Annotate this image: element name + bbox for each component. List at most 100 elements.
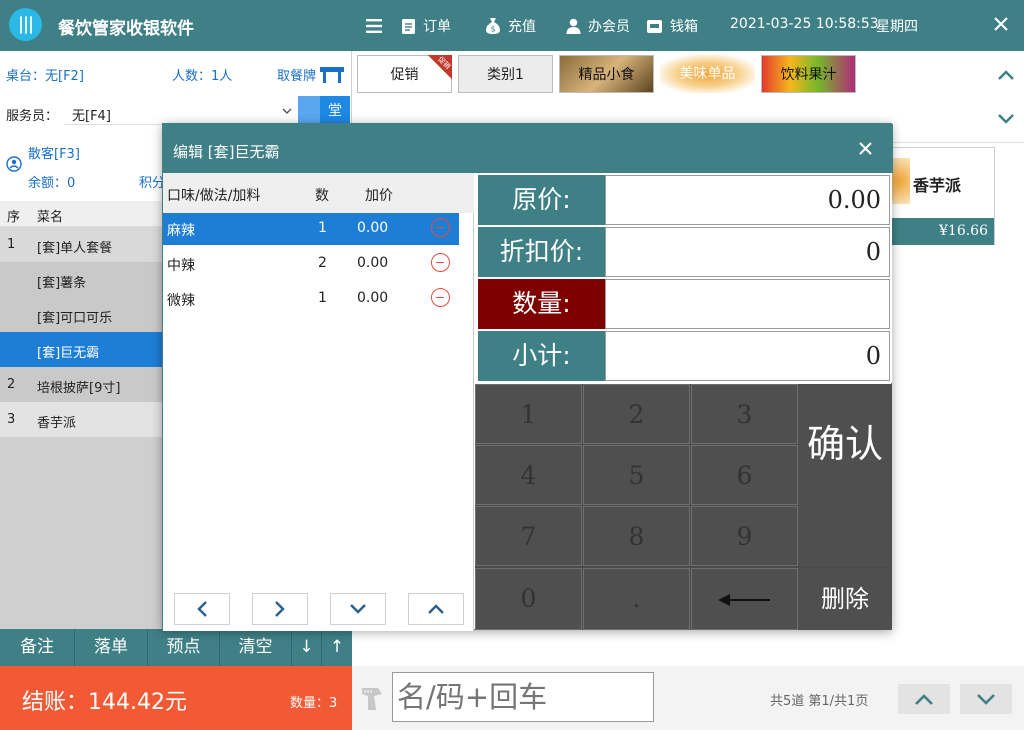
- option-price-header: 加价: [365, 188, 393, 204]
- note-button[interactable]: 备注: [0, 629, 75, 666]
- option-row-selected[interactable]: 麻辣 1 0.00: [163, 213, 459, 245]
- pre-order-button[interactable]: 预点: [148, 629, 220, 666]
- option-qty: 1: [318, 290, 327, 306]
- menu-button[interactable]: [366, 14, 382, 38]
- category-label: 促销: [390, 67, 419, 83]
- option-down-button[interactable]: [330, 593, 386, 625]
- chevron-down-icon: [282, 108, 292, 114]
- chevron-right-icon: [275, 601, 285, 617]
- close-icon: [994, 17, 1008, 31]
- weekday: 星期四: [876, 19, 918, 35]
- seq-header: 序: [7, 210, 21, 225]
- user-icon: [566, 18, 581, 34]
- remove-option-icon[interactable]: [431, 253, 450, 272]
- dialog-title: 编辑 [套]巨无霸: [173, 143, 280, 161]
- price-fields: 原价: 0.00 折扣价: 0 数量: 小计: 0: [475, 173, 892, 383]
- orders-button[interactable]: 订单: [401, 14, 451, 38]
- quantity-row: 数量:: [478, 279, 890, 329]
- key-4[interactable]: 4: [475, 445, 582, 505]
- category-drinks[interactable]: 饮料果汁: [761, 55, 856, 93]
- key-9[interactable]: 9: [691, 506, 798, 566]
- orders-label: 订单: [423, 19, 451, 35]
- key-0[interactable]: 0: [475, 568, 582, 630]
- total-quantity: 数量：3: [290, 696, 338, 711]
- key-3[interactable]: 3: [691, 384, 798, 444]
- delete-button[interactable]: 删除: [798, 568, 892, 630]
- dine-in-label: 堂: [328, 103, 342, 119]
- page-up-button[interactable]: [898, 684, 950, 714]
- staff-select[interactable]: 无[F4]: [64, 99, 298, 125]
- table-icon: [320, 67, 345, 83]
- quantity-field[interactable]: [605, 279, 890, 329]
- dish-price: ¥16.66: [939, 223, 988, 239]
- cash-drawer-button[interactable]: 钱箱: [646, 14, 698, 38]
- option-up-button[interactable]: [408, 593, 464, 625]
- move-up-button[interactable]: ↑: [322, 629, 352, 666]
- remove-option-icon[interactable]: [431, 288, 450, 307]
- category-snacks[interactable]: 精品小食: [559, 55, 654, 93]
- category-single-items[interactable]: 美味单品: [660, 55, 755, 93]
- option-price: 0.00: [357, 255, 389, 271]
- subtotal-label: 小计:: [478, 331, 605, 381]
- subtotal-field[interactable]: 0: [605, 331, 890, 381]
- key-8[interactable]: 8: [583, 506, 690, 566]
- page-down-button[interactable]: [960, 684, 1012, 714]
- category-promo[interactable]: 促销 促销: [357, 55, 452, 93]
- option-name: 中辣: [167, 258, 195, 274]
- subtotal-row: 小计: 0: [478, 331, 890, 381]
- search-area: 共5道 第1/共1页: [352, 666, 1024, 730]
- order-name: [套]单人套餐: [37, 241, 113, 256]
- option-row[interactable]: 中辣 2 0.00: [163, 248, 459, 280]
- order-name: 香芋派: [37, 416, 77, 431]
- key-7[interactable]: 7: [475, 506, 582, 566]
- recharge-button[interactable]: $ 充值: [485, 14, 536, 38]
- remove-option-icon[interactable]: [431, 218, 450, 237]
- member-button[interactable]: 办会员: [566, 14, 630, 38]
- option-name: 微辣: [167, 293, 195, 309]
- clear-button[interactable]: 清空: [220, 629, 292, 666]
- dine-in-toggle[interactable]: 堂: [298, 96, 350, 126]
- datetime: 2021-03-25 10:58:53: [730, 16, 879, 32]
- options-panel: 口味/做法/加料 数 加价 麻辣 1 0.00 中辣 2 0.00 微辣 1 0…: [163, 173, 474, 631]
- pos-app: 餐饮管家收银软件 订单 $ 充值 办会员 钱箱 2021-03-25 10:58…: [0, 0, 1024, 730]
- move-down-button[interactable]: ↓: [292, 629, 322, 666]
- dish-card[interactable]: 香芋派 ¥16.66: [891, 147, 995, 245]
- key-dot[interactable]: .: [583, 568, 690, 630]
- discount-price-field[interactable]: 0: [605, 227, 890, 277]
- people-count[interactable]: 人数：1人: [172, 65, 232, 84]
- original-price-field[interactable]: 0.00: [605, 175, 890, 225]
- key-5[interactable]: 5: [583, 445, 690, 505]
- category-scroll-down-button[interactable]: [988, 99, 1024, 139]
- option-name: 麻辣: [167, 223, 195, 239]
- order-name: 培根披萨[9寸]: [37, 381, 121, 396]
- table-selector[interactable]: 桌台：无[F2]: [6, 65, 84, 84]
- checkout-button[interactable]: 结账：144.42元 数量：3: [0, 666, 352, 730]
- quantity-label: 数量:: [478, 279, 605, 329]
- take-number-label: 取餐牌: [277, 69, 317, 84]
- category-label: 饮料果汁: [780, 67, 837, 83]
- option-row[interactable]: 微辣 1 0.00: [163, 283, 459, 315]
- key-2[interactable]: 2: [583, 384, 690, 444]
- cash-drawer-label: 钱箱: [670, 19, 698, 35]
- key-1[interactable]: 1: [475, 384, 582, 444]
- key-6[interactable]: 6: [691, 445, 798, 505]
- app-title: 餐饮管家收银软件: [58, 19, 194, 39]
- prev-button[interactable]: [174, 593, 230, 625]
- next-button[interactable]: [252, 593, 308, 625]
- category-1[interactable]: 类别1: [458, 55, 553, 93]
- take-number-button[interactable]: 取餐牌: [277, 65, 345, 84]
- close-window-button[interactable]: [990, 12, 1012, 36]
- place-order-button[interactable]: 落单: [75, 629, 148, 666]
- dialog-close-button[interactable]: [859, 136, 872, 160]
- title-bar: 餐饮管家收银软件 订单 $ 充值 办会员 钱箱 2021-03-25 10:58…: [0, 0, 1024, 51]
- search-input[interactable]: [392, 672, 654, 722]
- category-scroll-up-button[interactable]: [988, 55, 1024, 95]
- order-seq: 3: [7, 412, 16, 427]
- confirm-button[interactable]: 确认: [798, 384, 892, 567]
- guest-selector[interactable]: 散客[F3]: [28, 143, 80, 162]
- backspace-key[interactable]: [691, 568, 798, 630]
- order-name: [套]薯条: [37, 276, 87, 291]
- staff-value: 无[F4]: [72, 109, 111, 124]
- dish-price-bar: ¥16.66: [892, 218, 994, 245]
- chevron-up-icon: [915, 693, 933, 705]
